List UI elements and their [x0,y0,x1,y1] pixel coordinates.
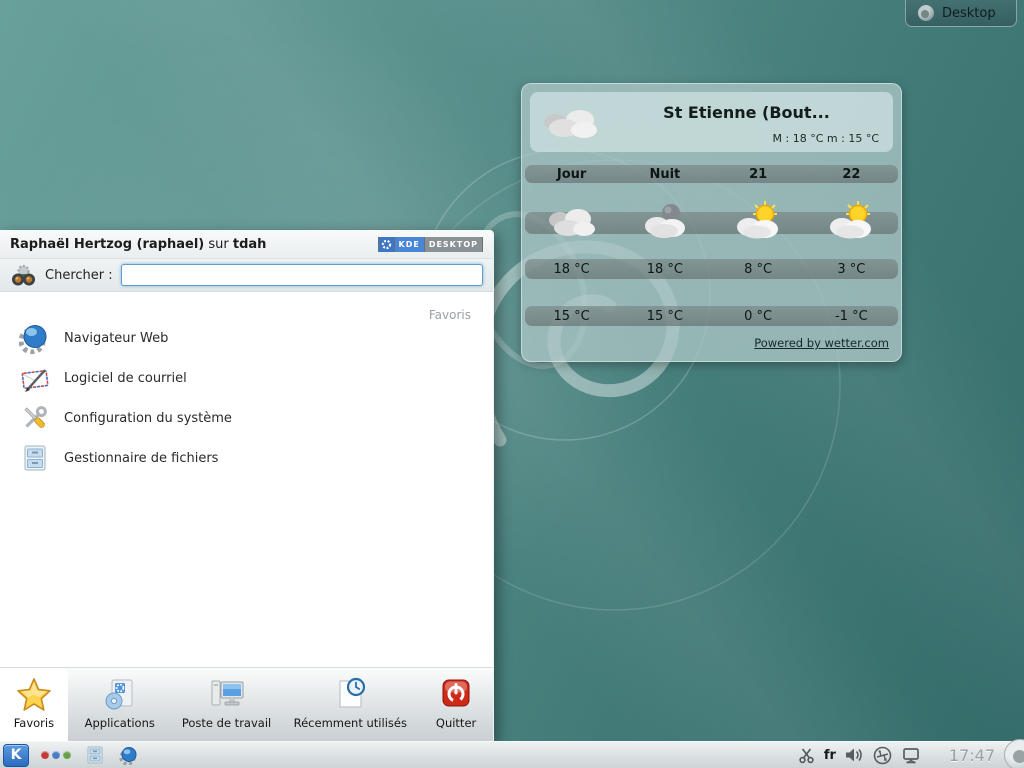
weather-location-title: St Etienne (Bout... [620,103,873,122]
favorite-item-file-manager[interactable]: Gestionnaire de fichiers [0,438,485,478]
web-browser-icon [19,322,51,354]
kde-desktop-badge: KDE DESKTOP [378,237,484,252]
user-name: Raphaël Hertzog (raphael) [10,237,204,252]
web-browser-icon [119,745,139,765]
favorite-item-label: Gestionnaire de fichiers [64,451,218,466]
weather-max-min: M : 18 °C m : 15 °C [773,132,879,145]
weather-widget: St Etienne (Bout... M : 18 °C m : 15 °C … [521,83,902,362]
system-tray: fr [798,739,1024,768]
applications-box-icon [101,675,139,713]
user-connector: sur [208,237,228,252]
temp-value: 15 °C [525,309,618,324]
weather-col-label: 22 [805,167,898,182]
kde-logo-icon: K [11,748,22,762]
volume-icon[interactable] [845,747,864,763]
weather-col-label: 21 [712,167,805,182]
red-dot-icon [41,751,49,759]
keyboard-layout-indicator[interactable]: fr [824,748,836,763]
file-manager-launcher[interactable] [85,745,105,765]
activity-dots[interactable] [41,751,71,759]
temp-value: 0 °C [712,309,805,324]
bottom-panel: K fr [0,741,1024,768]
temp-value: 18 °C [618,262,711,277]
search-binoculars-icon [10,262,37,289]
kickoff-search-row: Chercher : [0,259,493,292]
tab-label: Applications [85,716,155,730]
weather-header: St Etienne (Bout... M : 18 °C m : 15 °C [530,92,893,152]
badge-desktop-label: DESKTOP [424,237,482,252]
tab-applications[interactable]: Applications [68,668,172,741]
weather-icon-band [525,212,898,234]
search-input[interactable] [121,264,483,286]
desktop-toolbox-label: Desktop [942,6,996,21]
tab-poste-de-travail[interactable]: Poste de travail [172,668,282,741]
temp-value: 15 °C [618,309,711,324]
weather-col-label: Nuit [618,167,711,182]
favorite-item-label: Logiciel de courriel [64,371,187,386]
favorite-item-mail-client[interactable]: Logiciel de courriel [0,358,485,398]
file-manager-icon [19,442,51,474]
klipper-scissors-icon[interactable] [798,747,815,764]
weather-column-headers: Jour Nuit 21 22 [525,165,898,183]
cloudy-icon [540,104,604,144]
weather-night-temps: 15 °C 15 °C 0 °C -1 °C [525,306,898,326]
desktop-toolbox-button[interactable]: Desktop [905,0,1017,27]
temp-value: 18 °C [525,262,618,277]
panel-cashew-toolbox[interactable] [1004,739,1024,768]
favorite-item-web-browser[interactable]: Navigateur Web [0,318,485,358]
file-manager-icon [85,745,105,765]
computer-icon [206,675,248,713]
kickoff-tab-bar: Favoris Applications Poste de tr [0,667,493,741]
blue-dot-icon [52,751,60,759]
green-dot-icon [63,751,71,759]
device-notifier-usb-icon[interactable] [873,746,892,765]
favorite-item-label: Configuration du système [64,411,232,426]
tab-recemment-utilises[interactable]: Récemment utilisés [281,668,419,741]
search-label: Chercher : [45,268,113,283]
plasma-cashew-icon [918,5,934,21]
network-monitor-icon[interactable] [901,747,921,764]
kickoff-launcher: Raphaël Hertzog (raphael) sur tdah KDE D… [0,230,494,741]
tab-label: Quitter [436,716,476,730]
host-name: tdah [233,237,267,252]
tab-favoris[interactable]: Favoris [0,668,68,741]
power-icon [437,675,475,713]
mail-client-icon [19,362,51,394]
kickoff-user-title: Raphaël Hertzog (raphael) sur tdah [10,237,266,252]
tab-quitter[interactable]: Quitter [419,668,493,741]
tab-label: Favoris [14,716,54,730]
tab-label: Poste de travail [182,716,271,730]
temp-value: 3 °C [805,262,898,277]
temp-value: 8 °C [712,262,805,277]
badge-kde-label: KDE [394,237,424,252]
recent-documents-icon [331,675,369,713]
digital-clock[interactable]: 17:47 [949,746,995,765]
temp-value: -1 °C [805,309,898,324]
weather-col-label: Jour [525,167,618,182]
kickoff-header: Raphaël Hertzog (raphael) sur tdah KDE D… [0,231,493,259]
weather-day-temps: 18 °C 18 °C 8 °C 3 °C [525,259,898,279]
star-icon [15,675,53,713]
web-browser-launcher[interactable] [119,745,139,765]
favorite-item-label: Navigateur Web [64,331,168,346]
kde-gear-icon [379,237,394,252]
kde-menu-button[interactable]: K [3,744,29,767]
tab-label: Récemment utilisés [294,716,407,730]
favorite-item-system-settings[interactable]: Configuration du système [0,398,485,438]
wetter-com-link[interactable]: Powered by wetter.com [754,336,889,350]
system-settings-icon [19,402,51,434]
kickoff-favorites-list: Favoris Navigateur Web [0,292,493,668]
